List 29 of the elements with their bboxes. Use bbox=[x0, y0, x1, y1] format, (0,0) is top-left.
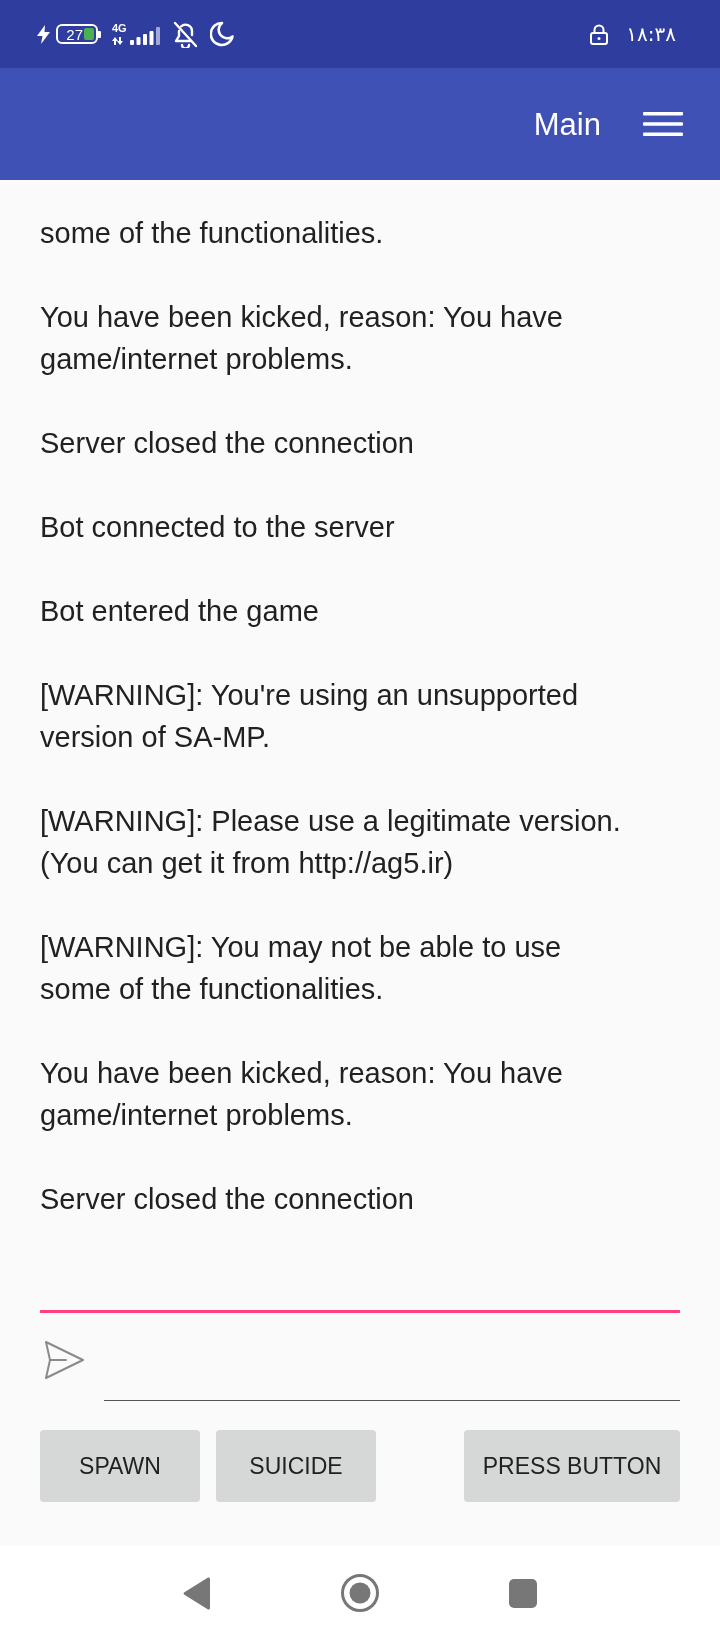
log-message: Bot entered the game bbox=[40, 594, 320, 629]
recents-icon[interactable] bbox=[509, 1578, 537, 1608]
data-arrows-icon bbox=[112, 37, 123, 45]
log-message: [WARNING]: You're using an unsupported version of SA-MP. bbox=[40, 678, 580, 755]
action-button[interactable]: SUICIDE bbox=[216, 1430, 376, 1502]
battery-charge-icon bbox=[84, 28, 94, 40]
action-button[interactable]: SPAWN bbox=[40, 1430, 200, 1502]
log-message: You have been kicked, reason: You have game/internet problems. bbox=[40, 1056, 564, 1133]
log-message: Server closed the connection bbox=[40, 1182, 415, 1217]
clock-time: ۱۸:۳۸ bbox=[626, 24, 676, 44]
battery-percentage: 27 bbox=[66, 26, 83, 42]
log-message: [WARNING]: You may not be able to use some of the functionalities. bbox=[40, 930, 563, 1007]
log-message: You have been kicked, reason: You have game/internet problems. bbox=[40, 300, 564, 377]
log-message: [WARNING]: Please use a legitimate version. (You can get it from http://ag5.ir) bbox=[40, 804, 622, 881]
log-message: some of the functionalities. bbox=[40, 216, 385, 251]
moon-icon bbox=[209, 21, 234, 47]
back-icon[interactable] bbox=[183, 1576, 210, 1610]
send-icon[interactable] bbox=[44, 1340, 85, 1380]
app-bar-title: Main bbox=[533, 108, 601, 140]
network-type-label: 4G bbox=[112, 23, 127, 34]
menu-icon[interactable] bbox=[643, 112, 683, 136]
log-message: Server closed the connection bbox=[40, 426, 415, 461]
lock-icon bbox=[590, 23, 609, 45]
home-icon[interactable] bbox=[341, 1574, 379, 1612]
log-message: Bot connected to the server bbox=[40, 510, 396, 545]
bell-off-icon bbox=[172, 20, 198, 48]
action-button[interactable]: PRESS BUTTON bbox=[464, 1430, 680, 1502]
signal-bars-icon bbox=[129, 27, 161, 45]
charging-icon bbox=[37, 24, 50, 44]
